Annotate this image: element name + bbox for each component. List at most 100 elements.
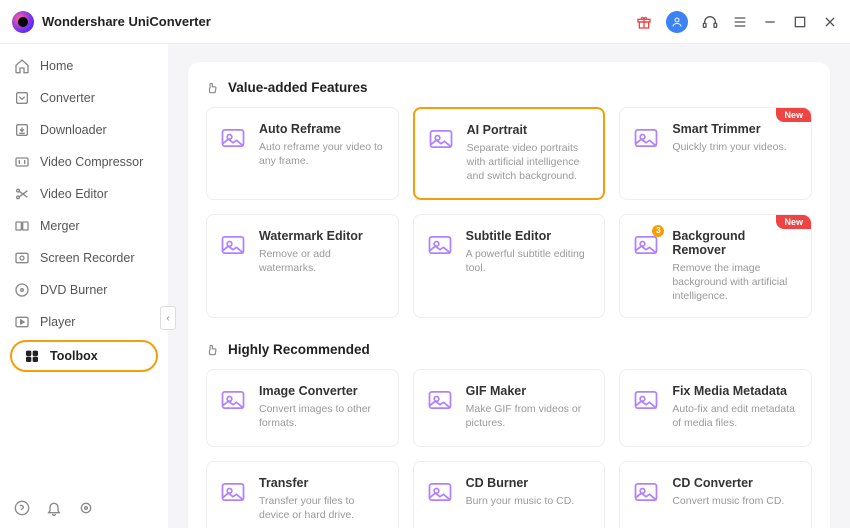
bell-icon[interactable]	[46, 500, 62, 516]
sidebar-item-player[interactable]: Player	[0, 306, 168, 338]
sidebar-item-label: DVD Burner	[40, 283, 107, 297]
tool-icon	[219, 386, 247, 414]
new-badge: New	[776, 215, 811, 229]
sidebar-item-label: Toolbox	[50, 349, 98, 363]
tool-desc: Auto-fix and edit metadata of media file…	[672, 402, 799, 430]
tool-title: Transfer	[259, 476, 386, 490]
sidebar-item-screen-recorder[interactable]: Screen Recorder	[0, 242, 168, 274]
tool-title: CD Converter	[672, 476, 799, 490]
thumb-icon	[206, 343, 220, 357]
tool-desc: Auto reframe your video to any frame.	[259, 140, 386, 168]
sidebar-item-dvd-burner[interactable]: DVD Burner	[0, 274, 168, 306]
sidebar-item-label: Screen Recorder	[40, 251, 135, 265]
tool-desc: Convert music from CD.	[672, 494, 799, 508]
tool-icon	[632, 124, 660, 152]
play-icon	[14, 314, 30, 330]
sidebar-item-label: Video Editor	[40, 187, 108, 201]
convert-icon	[14, 90, 30, 106]
tool-desc: Transfer your files to device or hard dr…	[259, 494, 386, 522]
tool-icon	[632, 478, 660, 506]
tool-icon	[632, 386, 660, 414]
tool-desc: A powerful subtitle editing tool.	[466, 247, 593, 275]
tool-icon	[219, 478, 247, 506]
tool-icon	[219, 231, 247, 259]
tool-title: Smart Trimmer	[672, 122, 799, 136]
sidebar-item-toolbox[interactable]: Toolbox	[10, 340, 158, 372]
tool-card-gif-maker[interactable]: GIF Maker Make GIF from videos or picture…	[413, 369, 606, 447]
download-icon	[14, 122, 30, 138]
sidebar-item-home[interactable]: Home	[0, 50, 168, 82]
home-icon	[14, 58, 30, 74]
settings-icon[interactable]	[78, 500, 94, 516]
tool-desc: Separate video portraits with artificial…	[467, 141, 592, 184]
menu-icon[interactable]	[732, 14, 748, 30]
sidebar-item-label: Home	[40, 59, 73, 73]
disc-icon	[14, 282, 30, 298]
main-content: Value-added Features Auto Reframe Auto ref…	[168, 44, 850, 528]
account-icon[interactable]	[666, 11, 688, 33]
sidebar-item-label: Player	[40, 315, 75, 329]
tool-card-subtitle-editor[interactable]: Subtitle Editor A powerful subtitle editi…	[413, 214, 606, 319]
tool-icon	[426, 231, 454, 259]
tool-desc: Burn your music to CD.	[466, 494, 593, 508]
scissors-icon	[14, 186, 30, 202]
record-icon	[14, 250, 30, 266]
sidebar-item-label: Converter	[40, 91, 95, 105]
section-title: Value-added Features	[228, 80, 368, 95]
tool-card-transfer[interactable]: Transfer Transfer your files to device or…	[206, 461, 399, 528]
maximize-icon[interactable]	[792, 14, 808, 30]
section-title: Highly Recommended	[228, 342, 370, 357]
tool-icon	[426, 386, 454, 414]
count-badge: 3	[652, 225, 664, 237]
tool-card-ai-portrait[interactable]: AI Portrait Separate video portraits with…	[413, 107, 606, 200]
tool-desc: Remove or add watermarks.	[259, 247, 386, 275]
tool-card-background-remover[interactable]: New 3 Background Remover Remove the image b…	[619, 214, 812, 319]
tool-title: AI Portrait	[467, 123, 592, 137]
tool-desc: Convert images to other formats.	[259, 402, 386, 430]
sidebar-item-video-compressor[interactable]: Video Compressor	[0, 146, 168, 178]
tool-title: Image Converter	[259, 384, 386, 398]
tool-icon	[427, 125, 455, 153]
title-bar: Wondershare UniConverter	[0, 0, 850, 44]
sidebar-item-label: Merger	[40, 219, 80, 233]
new-badge: New	[776, 108, 811, 122]
tool-desc: Make GIF from videos or pictures.	[466, 402, 593, 430]
tool-card-smart-trimmer[interactable]: NewSmart Trimmer Quickly trim your videos…	[619, 107, 812, 200]
sidebar-item-label: Video Compressor	[40, 155, 143, 169]
tool-desc: Remove the image background with artific…	[672, 261, 799, 304]
app-logo-icon	[12, 11, 34, 33]
tool-card-cd-burner[interactable]: CD Burner Burn your music to CD.	[413, 461, 606, 528]
tool-title: Background Remover	[672, 229, 799, 257]
help-icon[interactable]	[14, 500, 30, 516]
app-title: Wondershare UniConverter	[42, 14, 211, 29]
gift-icon[interactable]	[636, 14, 652, 30]
compress-icon	[14, 154, 30, 170]
tool-card-cd-converter[interactable]: CD Converter Convert music from CD.	[619, 461, 812, 528]
tool-title: Fix Media Metadata	[672, 384, 799, 398]
tool-title: GIF Maker	[466, 384, 593, 398]
sidebar-item-video-editor[interactable]: Video Editor	[0, 178, 168, 210]
sidebar-item-merger[interactable]: Merger	[0, 210, 168, 242]
close-icon[interactable]	[822, 14, 838, 30]
tool-card-fix-media-metadata[interactable]: Fix Media Metadata Auto-fix and edit meta…	[619, 369, 812, 447]
tool-card-auto-reframe[interactable]: Auto Reframe Auto reframe your video to a…	[206, 107, 399, 200]
collapse-sidebar-icon[interactable]: ‹	[160, 306, 176, 330]
merge-icon	[14, 218, 30, 234]
tool-icon	[426, 478, 454, 506]
headset-icon[interactable]	[702, 14, 718, 30]
tool-title: Subtitle Editor	[466, 229, 593, 243]
thumb-icon	[206, 81, 220, 95]
sidebar: Home Converter Downloader Video Compressor V…	[0, 44, 168, 528]
tool-title: CD Burner	[466, 476, 593, 490]
minimize-icon[interactable]	[762, 14, 778, 30]
tool-title: Watermark Editor	[259, 229, 386, 243]
sidebar-item-converter[interactable]: Converter	[0, 82, 168, 114]
sidebar-item-downloader[interactable]: Downloader	[0, 114, 168, 146]
tool-desc: Quickly trim your videos.	[672, 140, 799, 154]
tool-card-watermark-editor[interactable]: Watermark Editor Remove or add watermarks…	[206, 214, 399, 319]
tool-card-image-converter[interactable]: Image Converter Convert images to other f…	[206, 369, 399, 447]
toolbox-icon	[24, 348, 40, 364]
sidebar-item-label: Downloader	[40, 123, 107, 137]
tool-icon	[219, 124, 247, 152]
tool-title: Auto Reframe	[259, 122, 386, 136]
